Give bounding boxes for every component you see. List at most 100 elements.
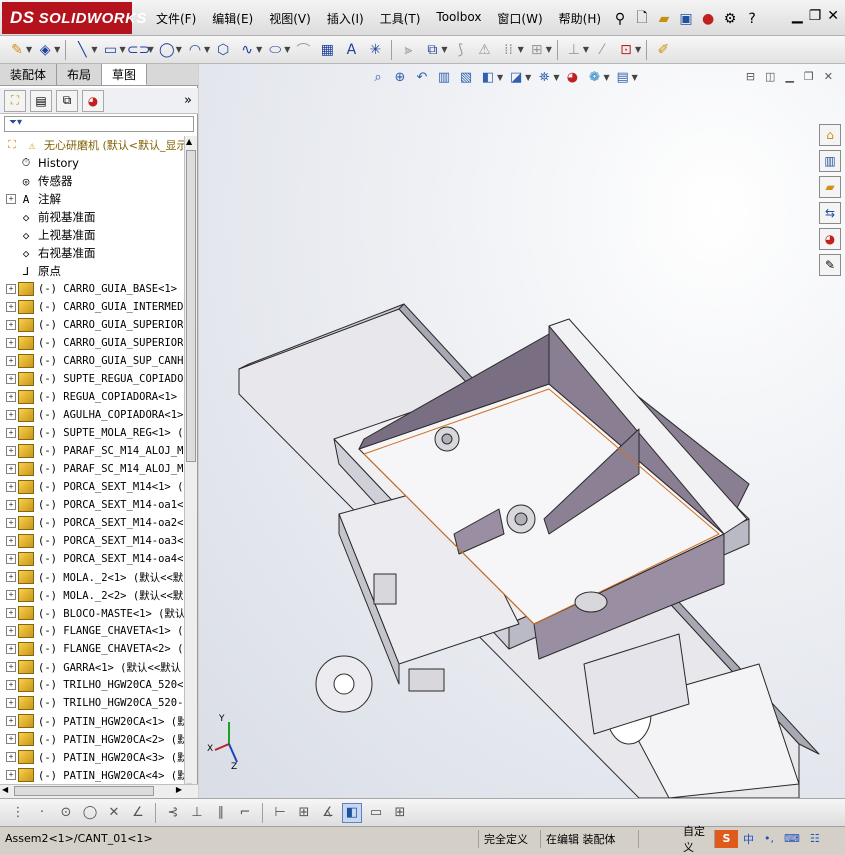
angle-snap-icon[interactable]: ∡	[318, 803, 338, 823]
menu-tools[interactable]: 工具(T)	[372, 8, 429, 30]
tree-component-row[interactable]: + (-) PARAF_SC_M14_ALOJ_M	[0, 460, 184, 478]
feature-manager-icon[interactable]: ⛶	[4, 89, 26, 112]
ime-punctuation-icon[interactable]: •,	[759, 830, 779, 848]
tree-feature-row[interactable]: ◎ 传感器	[0, 172, 184, 190]
property-manager-icon[interactable]: ▤	[30, 89, 52, 112]
chevron-down-icon[interactable]: ▼	[583, 45, 589, 54]
chevron-down-icon[interactable]: ▼	[518, 45, 524, 54]
chevron-down-icon[interactable]: ▼	[635, 45, 641, 54]
expand-plus-icon[interactable]: +	[6, 590, 16, 600]
expand-plus-icon[interactable]: +	[6, 500, 16, 510]
solidworks-logo[interactable]: DS SOLIDWORKS	[2, 2, 146, 34]
relations-icon[interactable]: ⊥	[563, 39, 585, 61]
expand-plus-icon[interactable]: +	[6, 446, 16, 456]
help-icon[interactable]: ?	[741, 8, 763, 30]
menu-toolbox[interactable]: Toolbox	[428, 8, 489, 30]
tree-component-row[interactable]: + (-) MOLA._2<2> (默认<<默	[0, 586, 184, 604]
expand-plus-icon[interactable]: +	[6, 194, 16, 204]
expand-plus-icon[interactable]: +	[6, 302, 16, 312]
angle-icon[interactable]: ∠	[128, 803, 148, 823]
expand-plus-icon[interactable]: +	[6, 716, 16, 726]
tree-feature-row[interactable]: ◇ 上视基准面	[0, 226, 184, 244]
tree-component-row[interactable]: + (-) GARRA<1> (默认<<默认	[0, 658, 184, 676]
expand-plus-icon[interactable]: +	[6, 554, 16, 564]
tree-component-row[interactable]: + (-) PATIN_HGW20CA<1> (默	[0, 712, 184, 730]
ellipse-icon[interactable]: ⬭	[264, 39, 286, 61]
tree-feature-row[interactable]: ⅃ 原点	[0, 262, 184, 280]
expand-chevron-icon[interactable]: »	[184, 93, 192, 108]
menu-help[interactable]: 帮助(H)	[551, 8, 609, 30]
expand-plus-icon[interactable]: +	[6, 284, 16, 294]
tangent-icon[interactable]: ⊰	[163, 803, 183, 823]
ime-language[interactable]: 中	[738, 830, 759, 848]
expand-plus-icon[interactable]: +	[6, 608, 16, 618]
expand-plus-icon[interactable]: +	[6, 572, 16, 582]
graphics-viewport[interactable]: ⌕ ⊕ ↶ ▥ ▧ ◧ ▼ ◪ ▼ ⛯ ▼ ◕ ❁ ▼ ▤ ▼ ⊟ ◫ ▁ ❐ ✕ ⌂ ▥…	[199, 64, 845, 798]
perpendicular-icon[interactable]: ⊥	[187, 803, 207, 823]
trim-icon[interactable]: ⫸	[397, 39, 419, 61]
convert-entities-icon[interactable]: ⧉	[421, 39, 443, 61]
expand-plus-icon[interactable]: +	[6, 698, 16, 708]
horizontal-vertical-icon[interactable]: ⌐	[235, 803, 255, 823]
tree-component-row[interactable]: + (-) SUPTE_MOLA_REG<1> (	[0, 424, 184, 442]
pin-icon[interactable]: ⚲	[609, 8, 631, 30]
expand-plus-icon[interactable]: +	[6, 320, 16, 330]
filter-icon[interactable]: ⏷▾	[9, 117, 22, 128]
ime-keyboard-icon[interactable]: ⌨	[779, 830, 805, 848]
ime-logo-icon[interactable]: S	[714, 829, 738, 848]
expand-plus-icon[interactable]: +	[6, 410, 16, 420]
expand-plus-icon[interactable]: +	[6, 734, 16, 744]
close-icon[interactable]: ✕	[827, 8, 839, 24]
tree-component-row[interactable]: + (-) REGUA_COPIADORA<1>	[0, 388, 184, 406]
chevron-down-icon[interactable]: ▼	[441, 45, 447, 54]
tree-component-row[interactable]: + (-) PORCA_SEXT_M14-oa2<	[0, 514, 184, 532]
tab-layout[interactable]: 布局	[57, 64, 103, 85]
centerpoint-icon[interactable]: ⊙	[56, 803, 76, 823]
single-view-icon[interactable]: ▭	[366, 803, 386, 823]
tree-component-row[interactable]: + (-) PARAF_SC_M14_ALOJ_M	[0, 442, 184, 460]
expand-plus-icon[interactable]: +	[6, 392, 16, 402]
3d-model-view[interactable]	[199, 64, 845, 798]
tree-component-row[interactable]: + (-) PORCA_SEXT_M14-oa4<	[0, 550, 184, 568]
tree-component-row[interactable]: + (-) PATIN_HGW20CA<2> (默	[0, 730, 184, 748]
open-folder-icon[interactable]: ▰	[653, 8, 675, 30]
tree-feature-row[interactable]: ◇ 右视基准面	[0, 244, 184, 262]
scroll-right-icon[interactable]: ▶	[176, 785, 182, 794]
circle-snap-icon[interactable]: ◯	[80, 803, 100, 823]
restore-icon[interactable]: ❐	[809, 8, 822, 24]
linear-pattern-icon[interactable]: ⁞⁞	[498, 39, 520, 61]
tree-component-row[interactable]: + (-) FLANGE_CHAVETA<1> (	[0, 622, 184, 640]
scroll-left-icon[interactable]: ◀	[2, 785, 8, 794]
chevron-down-icon[interactable]: ▼	[176, 45, 182, 54]
tree-component-row[interactable]: + (-) CARRO_GUIA_SUP_CANH	[0, 352, 184, 370]
point-icon[interactable]: ✳	[364, 39, 386, 61]
tab-sketch[interactable]: 草图	[102, 64, 148, 85]
plane-sketch-icon[interactable]: ▦	[316, 39, 338, 61]
save-icon[interactable]: ▣	[675, 8, 697, 30]
intersection-icon[interactable]: ✕	[104, 803, 124, 823]
four-view-icon[interactable]: ⊞	[390, 803, 410, 823]
grid-icon[interactable]: ⊞	[294, 803, 314, 823]
text-icon[interactable]: A	[340, 39, 362, 61]
tree-component-row[interactable]: + (-) FLANGE_CHAVETA<2> (	[0, 640, 184, 658]
mirror-icon[interactable]: ⚠	[474, 39, 496, 61]
quick-snaps-icon[interactable]: ⊡	[615, 39, 637, 61]
rebuild-traffic-light-icon[interactable]: ●	[697, 8, 719, 30]
expand-plus-icon[interactable]: +	[6, 536, 16, 546]
chevron-down-icon[interactable]: ▼	[91, 45, 97, 54]
tree-component-row[interactable]: + (-) PATIN_HGW20CA<4> (默	[0, 766, 184, 784]
tree-component-row[interactable]: + (-) PORCA_SEXT_M14-oa3<	[0, 532, 184, 550]
hscroll-thumb[interactable]	[14, 786, 154, 796]
tree-horizontal-scrollbar[interactable]: ◀ ▶	[0, 784, 198, 798]
options-gear-icon[interactable]: ⚙	[719, 8, 741, 30]
chevron-down-icon[interactable]: ▼	[119, 45, 125, 54]
expand-plus-icon[interactable]: +	[6, 644, 16, 654]
offset-icon[interactable]: ⟆	[450, 39, 472, 61]
tree-component-row[interactable]: + (-) PORCA_SEXT_M14-oa1<	[0, 496, 184, 514]
shaded-view-icon[interactable]: ◧	[342, 802, 362, 823]
tree-component-row[interactable]: + (-) CARRO_GUIA_BASE<1>	[0, 280, 184, 298]
repair-sketch-icon[interactable]: ⁄	[591, 39, 613, 61]
tree-component-row[interactable]: + (-) TRILHO_HGW20CA_520<	[0, 676, 184, 694]
expand-plus-icon[interactable]: +	[6, 464, 16, 474]
tree-component-row[interactable]: + (-) CARRO_GUIA_INTERMED	[0, 298, 184, 316]
